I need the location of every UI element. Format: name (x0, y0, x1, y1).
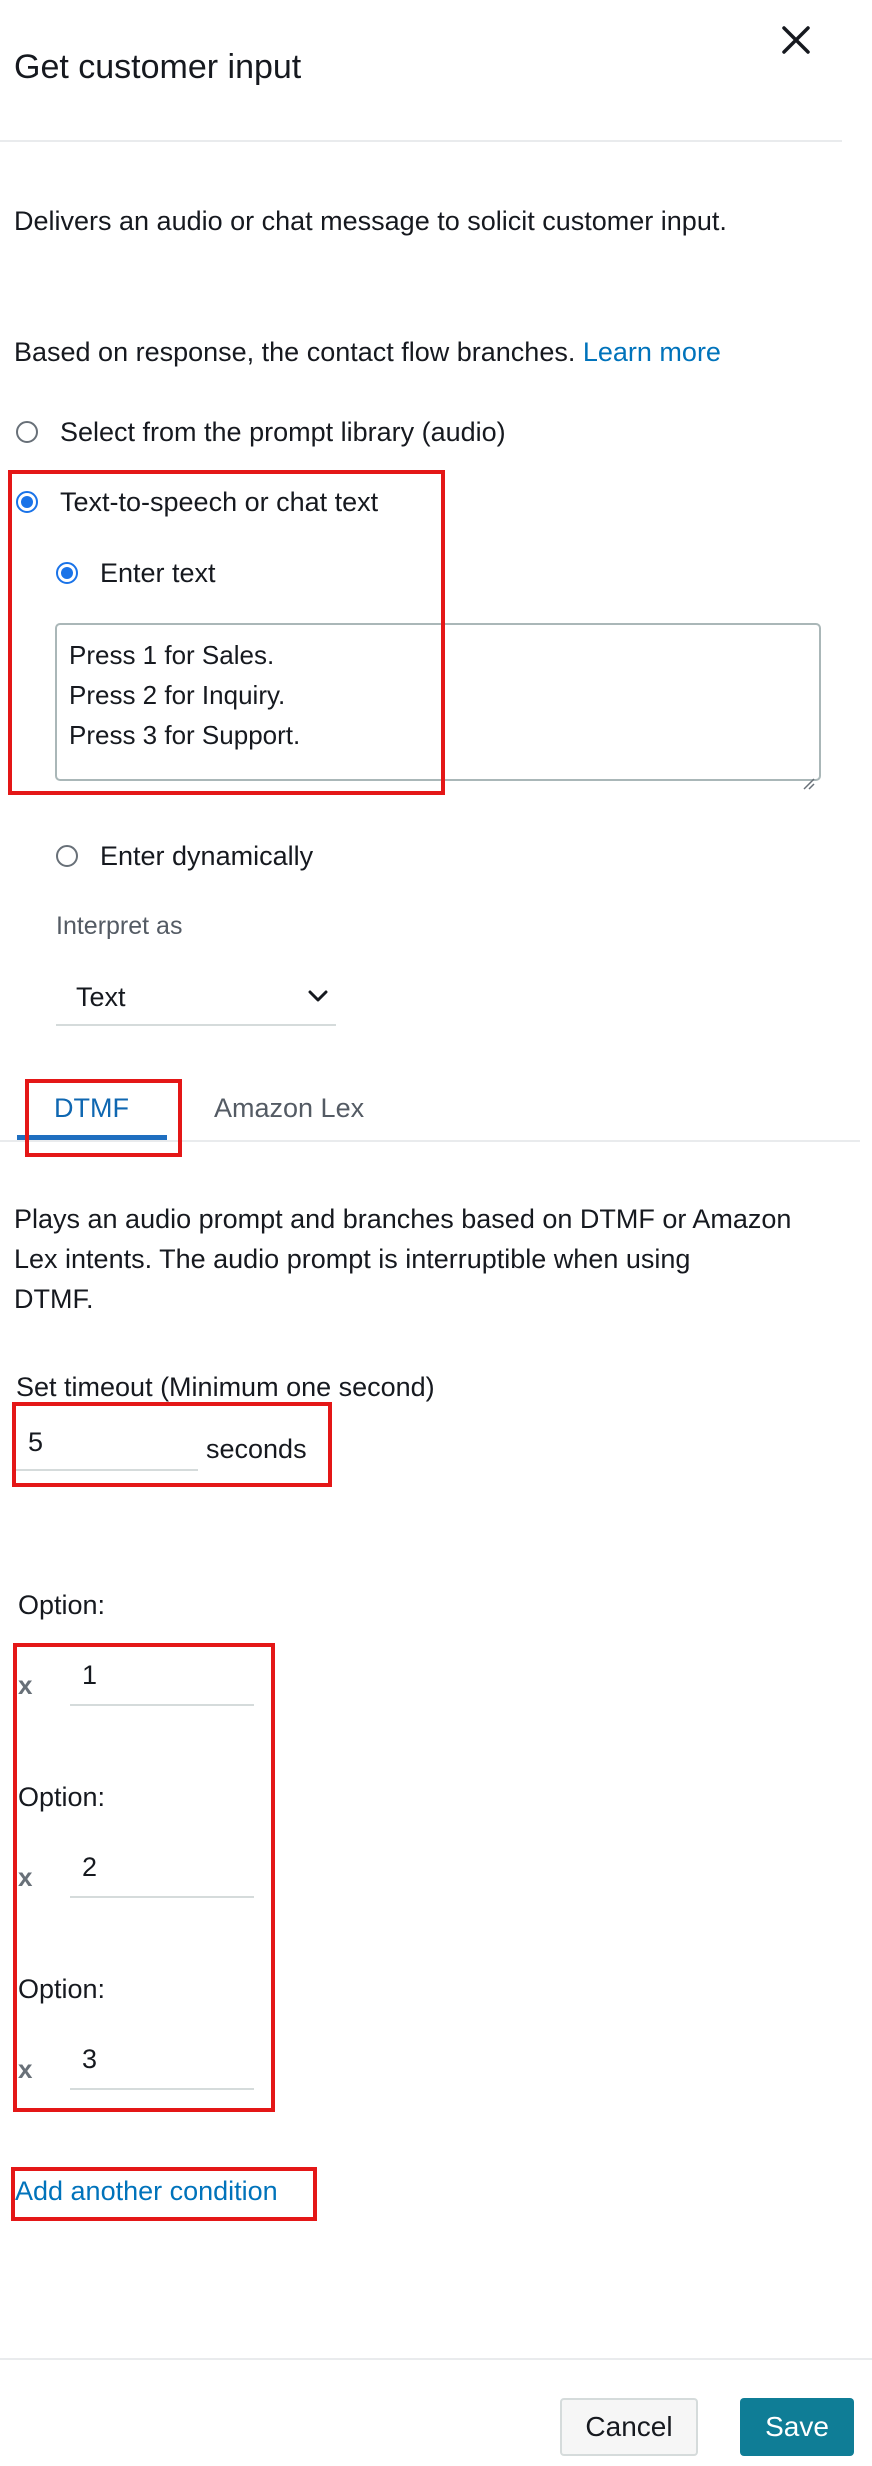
interpret-as-value: Text (76, 982, 126, 1012)
option-value: 2 (82, 1852, 98, 1882)
tab-dtmf[interactable]: DTMF (54, 1091, 129, 1125)
panel-description: Delivers an audio or chat message to sol… (14, 206, 727, 236)
remove-option-icon[interactable]: x (18, 1862, 32, 1893)
prompt-text-area[interactable]: Press 1 for Sales. Press 2 for Inquiry. … (55, 623, 821, 790)
option-value: 1 (82, 1660, 98, 1690)
resize-handle-icon[interactable] (801, 761, 815, 790)
tab-description-line: DTMF. (14, 1284, 94, 1314)
tab-description-line: Plays an audio prompt and branches based… (14, 1204, 792, 1234)
interpret-as-label: Interpret as (56, 912, 183, 940)
radio-prompt-library[interactable] (16, 421, 38, 443)
option-value-input[interactable]: 2 (70, 1846, 254, 1898)
tabs-divider (0, 1140, 860, 1142)
radio-prompt-library-label: Select from the prompt library (audio) (60, 417, 506, 447)
radio-enter-dynamically[interactable] (56, 845, 78, 867)
prompt-text-line: Press 2 for Inquiry. (69, 680, 286, 710)
branch-description: Based on response, the contact flow bran… (14, 335, 721, 369)
option-value-input[interactable]: 1 (70, 1654, 254, 1706)
remove-option-icon[interactable]: x (18, 1670, 32, 1701)
tab-description: Plays an audio prompt and branches based… (14, 1199, 791, 1319)
timeout-input[interactable]: 5 (16, 1421, 198, 1471)
close-icon[interactable] (776, 20, 816, 60)
radio-enter-dynamically-label: Enter dynamically (100, 841, 314, 871)
header-divider (0, 140, 842, 142)
prompt-text-line: Press 1 for Sales. (69, 640, 275, 670)
add-condition-link[interactable]: Add another condition (15, 2174, 278, 2208)
save-button[interactable]: Save (740, 2398, 854, 2456)
panel-title: Get customer input (14, 48, 302, 86)
chevron-down-icon (308, 990, 328, 1009)
radio-text-to-speech[interactable] (16, 491, 38, 513)
radio-text-to-speech-label: Text-to-speech or chat text (60, 487, 379, 517)
radio-enter-text-label: Enter text (100, 558, 216, 588)
option-label: Option: (18, 1974, 106, 2004)
branch-text: Based on response, the contact flow bran… (14, 337, 576, 367)
option-label: Option: (18, 1782, 106, 1812)
cancel-button[interactable]: Cancel (560, 2398, 698, 2456)
remove-option-icon[interactable]: x (18, 2054, 32, 2085)
tab-description-line: Lex intents. The audio prompt is interru… (14, 1244, 691, 1274)
option-value-input[interactable]: 3 (70, 2038, 254, 2090)
timeout-unit: seconds (206, 1434, 307, 1464)
option-value: 3 (82, 2044, 98, 2074)
radio-enter-text[interactable] (56, 562, 78, 584)
tab-amazon-lex[interactable]: Amazon Lex (214, 1091, 364, 1125)
interpret-as-select[interactable]: Text (56, 976, 336, 1026)
timeout-label: Set timeout (Minimum one second) (16, 1372, 435, 1402)
timeout-value: 5 (28, 1427, 44, 1457)
prompt-text-line: Press 3 for Support. (69, 720, 301, 750)
option-label: Option: (18, 1590, 106, 1620)
footer-divider (0, 2358, 872, 2360)
learn-more-link[interactable]: Learn more (583, 337, 721, 367)
